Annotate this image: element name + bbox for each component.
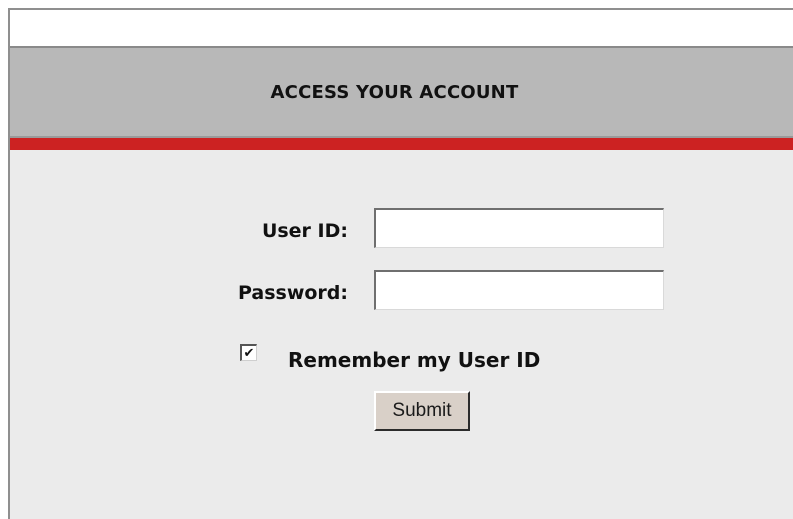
top-strip — [10, 10, 793, 48]
password-label: Password: — [237, 282, 348, 304]
check-icon: ✔ — [243, 345, 255, 361]
userid-input[interactable] — [374, 208, 664, 248]
page-title: ACCESS YOUR ACCOUNT — [270, 81, 519, 103]
header-bar: ACCESS YOUR ACCOUNT — [10, 48, 793, 136]
submit-button[interactable]: Submit — [374, 391, 470, 431]
remember-label: Remember my User ID — [288, 348, 541, 372]
login-panel: ACCESS YOUR ACCOUNT User ID: Password: ✔… — [8, 8, 793, 519]
remember-checkbox[interactable]: ✔ — [240, 344, 257, 361]
userid-label: User ID: — [261, 220, 348, 242]
accent-bar — [10, 138, 793, 150]
password-input[interactable] — [374, 270, 664, 310]
